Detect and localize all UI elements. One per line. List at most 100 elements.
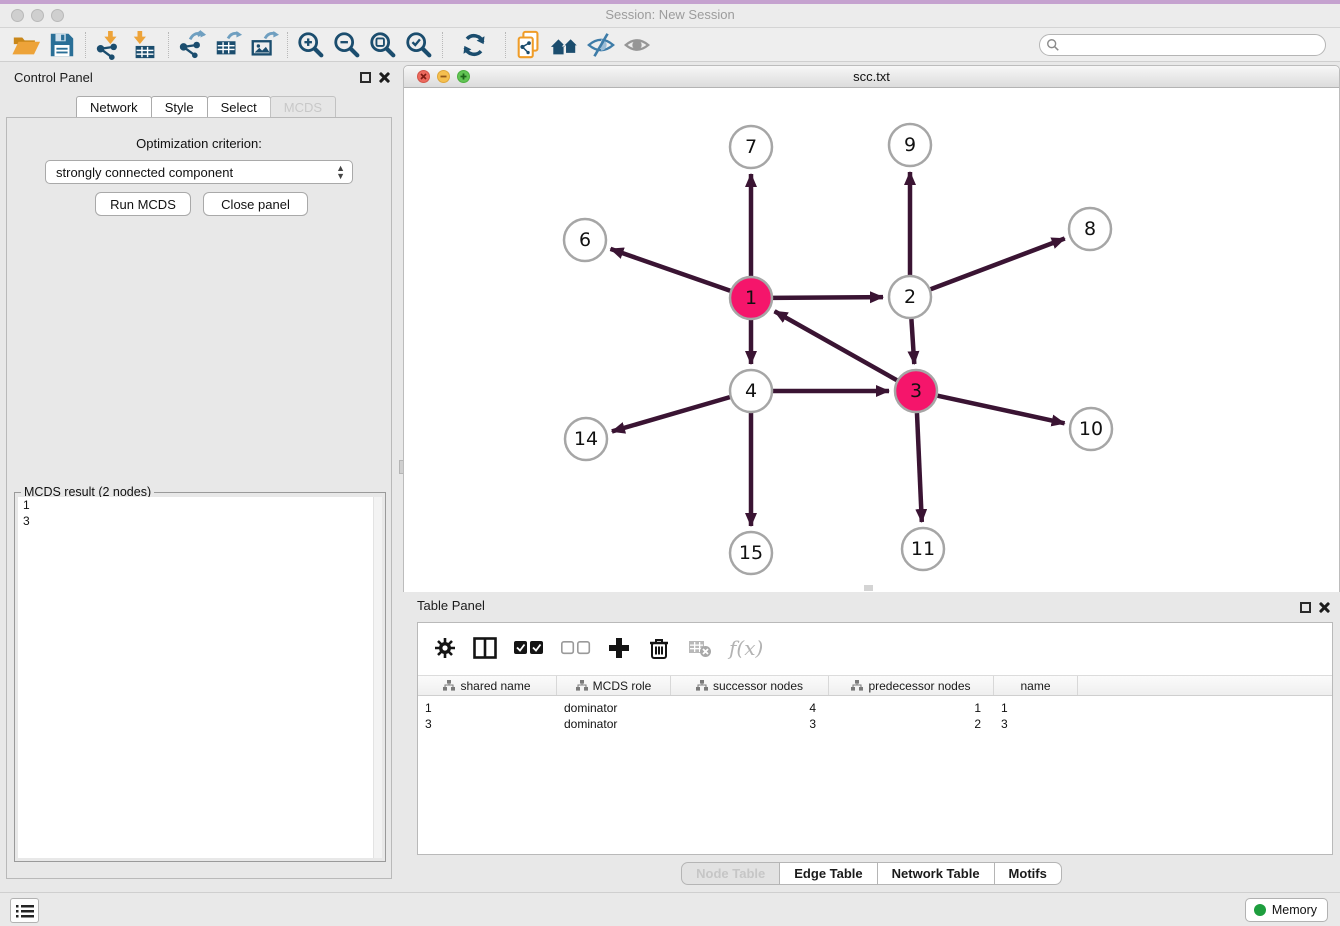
table-cell[interactable]: 3 xyxy=(994,716,1078,732)
list-icon xyxy=(16,904,34,918)
close-panel-button[interactable]: Close panel xyxy=(203,192,308,216)
show-graphics-details-button[interactable] xyxy=(619,29,655,61)
control-panel-header: Control Panel xyxy=(0,68,400,90)
table-cell[interactable]: dominator xyxy=(557,700,671,716)
hide-graphics-details-button[interactable] xyxy=(583,29,619,61)
mcds-panel: Optimization criterion: strongly connect… xyxy=(6,117,392,879)
column-header-label: successor nodes xyxy=(713,679,803,693)
network-graph[interactable]: 7968124314101511 xyxy=(404,88,1339,592)
mcds-result-box: MCDS result (2 nodes) 1 3 xyxy=(14,492,386,862)
zoom-in-button[interactable] xyxy=(293,29,329,61)
tree-column-icon xyxy=(696,680,708,691)
table-toolbar: f(x) xyxy=(418,623,1332,673)
graph-edge-3-1[interactable] xyxy=(775,311,897,380)
graph-edge-2-3[interactable] xyxy=(911,319,914,364)
graph-node-label-3: 3 xyxy=(910,380,922,402)
deselect-all-icon xyxy=(561,641,591,655)
toolbar-separator xyxy=(85,32,86,58)
network-view-window: scc.txt 7968124314101511 xyxy=(403,65,1340,592)
search-box[interactable] xyxy=(1039,34,1326,56)
result-scrollbar[interactable] xyxy=(373,497,382,858)
column-header-label: name xyxy=(1020,679,1050,693)
graph-node-label-2: 2 xyxy=(904,286,916,308)
graph-node-label-6: 6 xyxy=(579,229,591,251)
show-hide-columns-button[interactable] xyxy=(473,637,497,659)
zoom-fit-button[interactable] xyxy=(365,29,401,61)
network-title: scc.txt xyxy=(404,69,1339,84)
export-table-button[interactable] xyxy=(210,29,246,61)
tab-network-table[interactable]: Network Table xyxy=(878,862,995,885)
import-network-button[interactable] xyxy=(91,29,127,61)
float-panel-icon[interactable] xyxy=(360,72,371,83)
network-titlebar[interactable]: scc.txt xyxy=(404,66,1339,88)
tab-edge-table[interactable]: Edge Table xyxy=(780,862,877,885)
toolbar-separator xyxy=(505,32,506,58)
optimization-criterion-label: Optimization criterion: xyxy=(7,136,391,151)
criterion-dropdown[interactable]: strongly connected component ▲▼ xyxy=(45,160,353,184)
float-panel-icon[interactable] xyxy=(1300,602,1311,613)
open-session-button[interactable] xyxy=(8,29,44,61)
save-session-button[interactable] xyxy=(44,29,80,61)
table-cell[interactable]: 2 xyxy=(829,716,994,732)
graph-edge-3-11[interactable] xyxy=(917,413,922,522)
delete-columns-button[interactable] xyxy=(647,636,671,660)
save-floppy-icon xyxy=(48,31,76,59)
import-table-button[interactable] xyxy=(127,29,163,61)
first-neighbors-button[interactable] xyxy=(547,29,583,61)
graph-node-label-15: 15 xyxy=(739,542,763,564)
table-header-row[interactable]: shared name MCDS role successor nodes prede… xyxy=(418,675,1332,696)
search-input[interactable] xyxy=(1064,38,1325,52)
zoom-out-button[interactable] xyxy=(329,29,365,61)
window-title: Session: New Session xyxy=(0,7,1340,22)
graph-edge-4-14[interactable] xyxy=(612,397,730,431)
mcds-result-textarea[interactable]: 1 3 xyxy=(18,497,382,858)
table-cell[interactable]: 4 xyxy=(671,700,829,716)
columns-icon xyxy=(473,637,497,659)
graph-edge-3-10[interactable] xyxy=(937,396,1064,424)
canvas-scrollbar-thumb[interactable] xyxy=(864,585,873,591)
graph-node-label-7: 7 xyxy=(745,136,757,158)
graph-edge-2-8[interactable] xyxy=(931,239,1065,290)
function-builder-button[interactable]: f(x) xyxy=(729,636,763,660)
table-cell[interactable]: 1 xyxy=(829,700,994,716)
column-header-MCDS-role[interactable]: MCDS role xyxy=(557,676,671,695)
column-header-label: MCDS role xyxy=(593,679,652,693)
graph-edge-1-6[interactable] xyxy=(610,249,730,291)
table-cell[interactable]: 3 xyxy=(671,716,829,732)
table-cell[interactable]: dominator xyxy=(557,716,671,732)
column-header-shared-name[interactable]: shared name xyxy=(418,676,557,695)
graph-edge-1-2[interactable] xyxy=(773,297,883,298)
select-all-button[interactable] xyxy=(514,641,544,655)
export-image-button[interactable] xyxy=(246,29,282,61)
deselect-all-button[interactable] xyxy=(561,641,591,655)
main-titlebar[interactable]: Session: New Session xyxy=(0,4,1340,28)
tab-node-table[interactable]: Node Table xyxy=(681,862,780,885)
table-cell[interactable]: 1 xyxy=(994,700,1078,716)
table-cell[interactable]: 1 xyxy=(418,700,557,716)
table-row[interactable]: 1dominator411 xyxy=(418,700,1332,716)
import-network-icon xyxy=(94,30,124,60)
new-network-from-selection-button[interactable] xyxy=(511,29,547,61)
column-header-label: predecessor nodes xyxy=(868,679,970,693)
export-network-button[interactable] xyxy=(174,29,210,61)
application-window: Session: New Session xyxy=(0,0,1340,926)
close-panel-icon[interactable] xyxy=(1318,601,1331,614)
zoom-selected-button[interactable] xyxy=(401,29,437,61)
refresh-view-button[interactable] xyxy=(456,29,492,61)
column-header-name[interactable]: name xyxy=(994,676,1078,695)
panel-list-button[interactable] xyxy=(10,898,39,923)
create-column-button[interactable] xyxy=(608,637,630,659)
table-row[interactable]: 3dominator323 xyxy=(418,716,1332,732)
network-canvas[interactable]: 7968124314101511 xyxy=(404,88,1339,592)
column-header-successor-nodes[interactable]: successor nodes xyxy=(671,676,829,695)
tab-motifs[interactable]: Motifs xyxy=(995,862,1062,885)
delete-table-button[interactable] xyxy=(688,638,712,658)
column-header-predecessor-nodes[interactable]: predecessor nodes xyxy=(829,676,994,695)
memory-button[interactable]: Memory xyxy=(1245,898,1328,922)
neighbors-houses-icon xyxy=(549,30,581,60)
table-cell[interactable]: 3 xyxy=(418,716,557,732)
run-mcds-button[interactable]: Run MCDS xyxy=(95,192,191,216)
close-panel-icon[interactable] xyxy=(378,71,391,84)
table-mode-button[interactable] xyxy=(434,637,456,659)
result-line: 3 xyxy=(18,513,382,529)
